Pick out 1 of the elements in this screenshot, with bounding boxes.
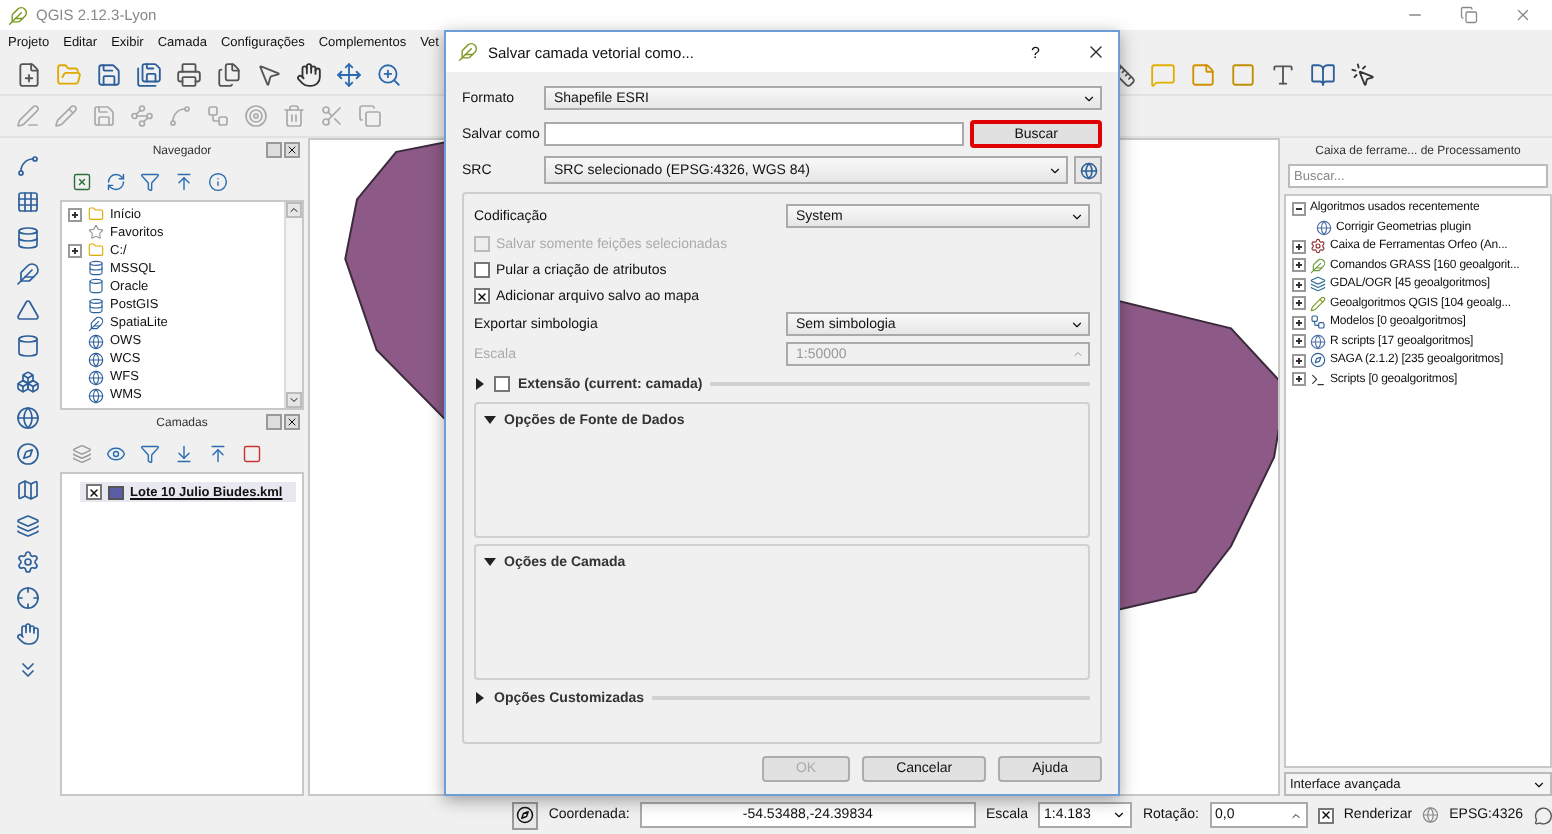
help-button[interactable]: ?: [1031, 43, 1040, 61]
